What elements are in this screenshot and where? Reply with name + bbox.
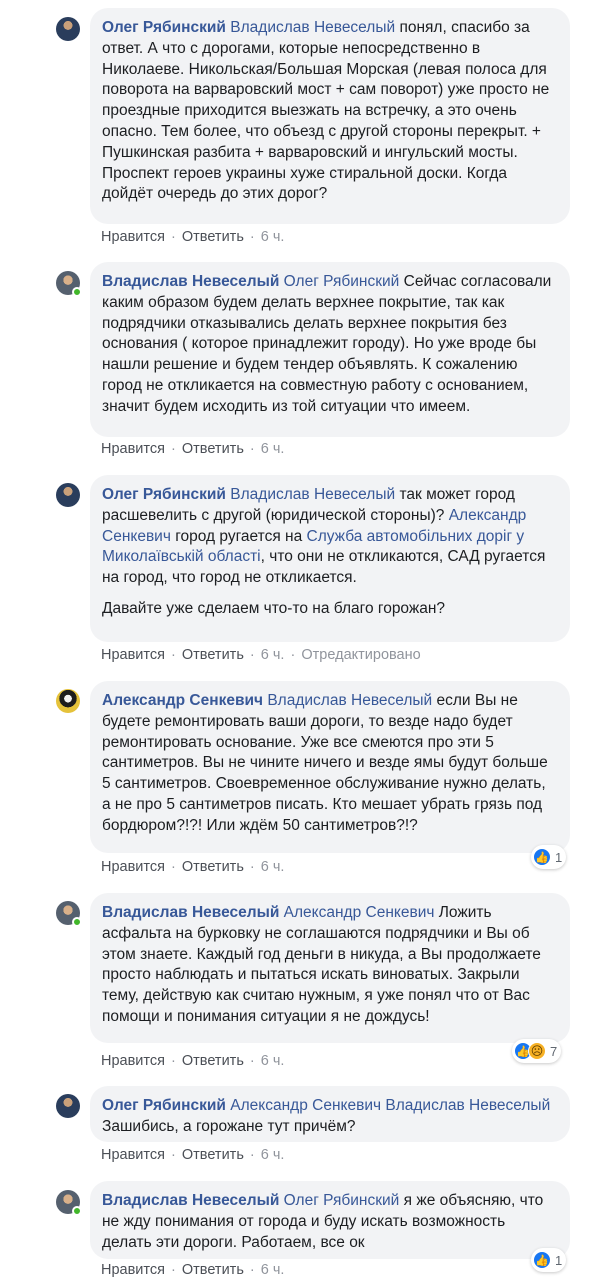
comment-actions: Нравится · Ответить · 6 ч.: [101, 858, 284, 876]
author-name[interactable]: Олег Рябинский: [102, 19, 226, 36]
online-status-icon: [72, 287, 82, 297]
reaction-count: 1: [555, 1252, 563, 1268]
reply-link[interactable]: Ответить: [182, 229, 244, 245]
separator: ·: [171, 229, 176, 245]
comment-actions: Нравится · Ответить · 6 ч. · Отредактиро…: [101, 646, 421, 664]
separator: ·: [249, 441, 255, 457]
comment-bubble: Владислав Невеселый Олег Рябинский Сейча…: [90, 262, 570, 437]
comment-actions: Нравится · Ответить · 6 ч.: [101, 440, 284, 458]
separator: ·: [171, 441, 176, 457]
separator: ·: [249, 1053, 255, 1069]
separator: ·: [249, 229, 255, 245]
like-link[interactable]: Нравится: [101, 441, 165, 457]
reaction-count: 7: [550, 1043, 558, 1059]
comment-paragraph: Давайте уже сделаем что-то на благо горо…: [102, 599, 446, 617]
reply-link[interactable]: Ответить: [182, 441, 244, 457]
sad-icon: ☹: [528, 1042, 546, 1060]
separator: ·: [249, 647, 255, 663]
separator: ·: [171, 1147, 176, 1163]
timestamp[interactable]: 6 ч.: [261, 229, 285, 245]
comment-bubble: Олег Рябинский Владислав Невеселый понял…: [90, 8, 570, 224]
avatar[interactable]: [56, 689, 80, 713]
reply-link[interactable]: Ответить: [182, 1053, 244, 1069]
reply-link[interactable]: Ответить: [182, 1262, 244, 1278]
separator: ·: [171, 647, 176, 663]
like-link[interactable]: Нравится: [101, 647, 165, 663]
mention-link[interactable]: Александр Сенкевич: [230, 1097, 381, 1114]
comment-actions: Нравится · Ответить · 6 ч.: [101, 228, 284, 246]
timestamp[interactable]: 6 ч.: [261, 647, 285, 663]
comment-bubble: Владислав Невеселый Александр Сенкевич Л…: [90, 893, 570, 1043]
comment-text: город ругается на: [170, 527, 307, 545]
author-name[interactable]: Владислав Невеселый: [102, 273, 279, 290]
timestamp[interactable]: 6 ч.: [261, 1262, 285, 1278]
separator: ·: [249, 1262, 255, 1278]
comment-text: понял, спасибо за ответ. А что с дорогам…: [102, 19, 554, 203]
timestamp[interactable]: 6 ч.: [261, 1147, 285, 1163]
separator: ·: [249, 1147, 255, 1163]
comment-bubble: Олег Рябинский Владислав Невеселый так м…: [90, 475, 570, 642]
timestamp[interactable]: 6 ч.: [261, 1053, 285, 1069]
reaction-count: 1: [555, 849, 563, 865]
like-link[interactable]: Нравится: [101, 1147, 165, 1163]
timestamp[interactable]: 6 ч.: [261, 441, 285, 457]
comment-actions: Нравится · Ответить · 6 ч.: [101, 1052, 284, 1070]
avatar[interactable]: [56, 1094, 80, 1118]
avatar[interactable]: [56, 901, 82, 927]
author-name[interactable]: Александр Сенкевич: [102, 692, 263, 709]
like-link[interactable]: Нравится: [101, 1262, 165, 1278]
like-link[interactable]: Нравится: [101, 229, 165, 245]
reaction-summary[interactable]: 👍 1: [531, 1248, 567, 1272]
avatar[interactable]: [56, 17, 80, 41]
comment-bubble: Олег Рябинский Александр Сенкевич Владис…: [90, 1086, 570, 1142]
comment-text: Сейчас согласовали каким образом будем д…: [102, 273, 556, 415]
avatar[interactable]: [56, 271, 82, 297]
comment-actions: Нравится · Ответить · 6 ч.: [101, 1261, 284, 1279]
online-status-icon: [72, 1206, 82, 1216]
mention-link[interactable]: Александр Сенкевич: [284, 904, 435, 921]
separator: ·: [171, 859, 176, 875]
mention-link[interactable]: Олег Рябинский: [284, 273, 400, 290]
comment-bubble: Владислав Невеселый Олег Рябинский я же …: [90, 1181, 570, 1259]
avatar[interactable]: [56, 1190, 82, 1216]
like-icon: 👍: [533, 1251, 551, 1269]
author-name[interactable]: Олег Рябинский: [102, 1097, 226, 1114]
mention-link[interactable]: Владислав Невеселый: [385, 1097, 550, 1114]
reaction-summary[interactable]: 👍 ☹ 7: [512, 1039, 562, 1063]
reaction-summary[interactable]: 👍 1: [531, 845, 567, 869]
comment-bubble: Александр Сенкевич Владислав Невеселый е…: [90, 681, 570, 853]
edited-label[interactable]: Отредактировано: [301, 647, 420, 663]
online-status-icon: [72, 917, 82, 927]
avatar[interactable]: [56, 483, 80, 507]
author-name[interactable]: Олег Рябинский: [102, 486, 226, 503]
comment-text: если Вы не будете ремонтировать ваши дор…: [102, 692, 553, 834]
mention-link[interactable]: Владислав Невеселый: [267, 692, 432, 709]
timestamp[interactable]: 6 ч.: [261, 859, 285, 875]
like-link[interactable]: Нравится: [101, 1053, 165, 1069]
comment-text: Ложить асфальта на бурковку не соглашают…: [102, 904, 546, 1025]
like-icon: 👍: [533, 848, 551, 866]
separator: ·: [171, 1053, 176, 1069]
separator: ·: [171, 1262, 176, 1278]
reply-link[interactable]: Ответить: [182, 647, 244, 663]
reply-link[interactable]: Ответить: [182, 1147, 244, 1163]
mention-link[interactable]: Владислав Невеселый: [230, 486, 395, 503]
comment-actions: Нравится · Ответить · 6 ч.: [101, 1146, 284, 1164]
separator: ·: [290, 647, 296, 663]
mention-link[interactable]: Владислав Невеселый: [230, 19, 395, 36]
mention-link[interactable]: Олег Рябинский: [284, 1192, 400, 1209]
reply-link[interactable]: Ответить: [182, 859, 244, 875]
separator: ·: [249, 859, 255, 875]
author-name[interactable]: Владислав Невеселый: [102, 904, 279, 921]
like-link[interactable]: Нравится: [101, 859, 165, 875]
author-name[interactable]: Владислав Невеселый: [102, 1192, 279, 1209]
